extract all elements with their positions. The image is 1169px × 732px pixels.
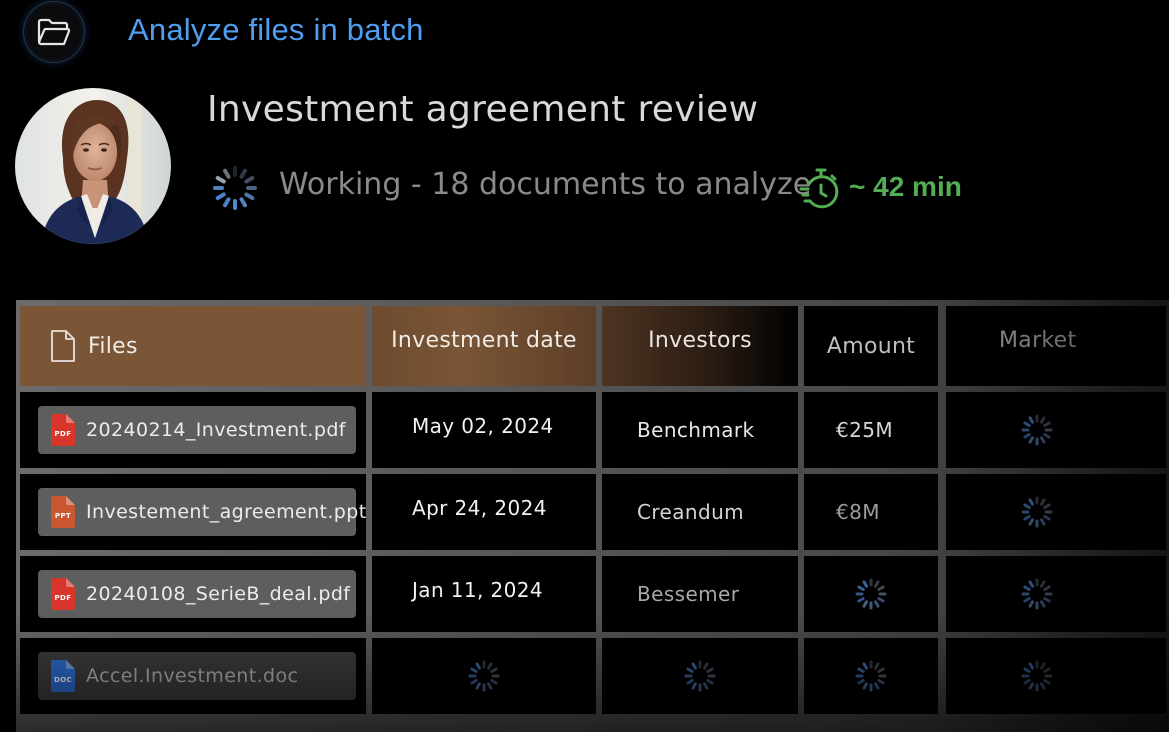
table-cell-file: PDF 20240108_SerieB_deal.pdf bbox=[20, 556, 366, 632]
column-label: Investment date bbox=[391, 328, 577, 353]
folder-open-button[interactable] bbox=[23, 1, 85, 63]
table-cell-market bbox=[946, 556, 1166, 632]
table-cell-amount bbox=[804, 556, 938, 632]
cell-value: May 02, 2024 bbox=[412, 414, 554, 438]
loading-spinner-icon bbox=[684, 660, 716, 692]
table-cell-market bbox=[946, 474, 1166, 550]
file-chip[interactable]: PDF 20240214_Investment.pdf bbox=[38, 406, 356, 454]
table-cell-date bbox=[372, 638, 596, 714]
loading-spinner-icon bbox=[855, 578, 887, 610]
file-icon bbox=[51, 330, 75, 362]
column-header-market[interactable]: Market bbox=[946, 306, 1166, 386]
file-name: 20240214_Investment.pdf bbox=[86, 419, 346, 441]
column-label: Amount bbox=[826, 333, 916, 359]
file-chip[interactable]: PDF 20240108_SerieB_deal.pdf bbox=[38, 570, 356, 618]
cell-value: €25M bbox=[836, 418, 894, 442]
file-name: 20240108_SerieB_deal.pdf bbox=[86, 583, 351, 605]
table-cell-investors bbox=[602, 638, 798, 714]
cell-value: €8M bbox=[836, 500, 880, 524]
cell-value: Creandum bbox=[637, 500, 745, 524]
table-cell-amount: €8M bbox=[804, 474, 938, 550]
file-name: Accel.Investment.doc bbox=[86, 665, 299, 687]
column-label: Investors bbox=[648, 328, 752, 353]
file-chip[interactable]: PPT Investement_agreement.ppt bbox=[38, 488, 366, 536]
loading-spinner-icon bbox=[468, 660, 500, 692]
eta-label: ~ 42 min bbox=[849, 171, 962, 202]
loading-spinner-icon bbox=[1021, 496, 1053, 528]
pdf-file-icon: PDF bbox=[50, 577, 76, 611]
file-type-label: PPT bbox=[54, 512, 72, 520]
doc-file-icon: DOC bbox=[50, 659, 76, 693]
column-header-files[interactable]: Files bbox=[20, 306, 366, 386]
table-cell-date: Apr 24, 2024 bbox=[372, 474, 596, 550]
file-type-label: PDF bbox=[54, 594, 72, 602]
cell-value: Bessemer bbox=[637, 582, 740, 606]
column-header-amount[interactable]: Amount bbox=[804, 306, 938, 386]
pdf-file-icon: PDF bbox=[50, 413, 76, 447]
table-cell-investors: Benchmark bbox=[602, 392, 798, 468]
cell-value: Benchmark bbox=[637, 418, 755, 442]
table-cell-investors: Bessemer bbox=[602, 556, 798, 632]
batch-analysis-view: Analyze files in batch Investment agreem… bbox=[0, 0, 1169, 732]
loading-spinner-icon bbox=[213, 166, 257, 210]
folder-open-icon bbox=[37, 18, 71, 46]
loading-spinner-icon bbox=[1021, 414, 1053, 446]
loading-spinner-icon bbox=[1021, 660, 1053, 692]
table-cell-file: PDF 20240214_Investment.pdf bbox=[20, 392, 366, 468]
file-type-label: PDF bbox=[54, 430, 72, 438]
table-cell-date: Jan 11, 2024 bbox=[372, 556, 596, 632]
file-chip[interactable]: DOC Accel.Investment.doc bbox=[38, 652, 356, 700]
table-cell-investors: Creandum bbox=[602, 474, 798, 550]
table-cell-file: PPT Investement_agreement.ppt bbox=[20, 474, 366, 550]
table-cell-market bbox=[946, 392, 1166, 468]
batch-title[interactable]: Analyze files in batch bbox=[128, 12, 424, 48]
cell-value: Apr 24, 2024 bbox=[412, 496, 547, 520]
loading-spinner-icon bbox=[855, 660, 887, 692]
loading-spinner-icon bbox=[1021, 578, 1053, 610]
task-status: Working - 18 documents to analyze bbox=[279, 167, 812, 202]
column-label: Files bbox=[88, 333, 138, 359]
file-type-label: DOC bbox=[53, 676, 73, 684]
results-table: Files Investment date Investors Amount M… bbox=[16, 300, 1169, 732]
column-header-investment-date[interactable]: Investment date bbox=[372, 306, 596, 386]
column-header-investors[interactable]: Investors bbox=[602, 306, 798, 386]
table-cell-market bbox=[946, 638, 1166, 714]
column-label: Market bbox=[999, 328, 1077, 353]
file-name: Investement_agreement.ppt bbox=[86, 501, 367, 523]
ppt-file-icon: PPT bbox=[50, 495, 76, 529]
avatar bbox=[15, 88, 171, 244]
timer-icon bbox=[799, 168, 839, 209]
cell-value: Jan 11, 2024 bbox=[412, 578, 544, 602]
table-cell-date: May 02, 2024 bbox=[372, 392, 596, 468]
table-cell-file: DOC Accel.Investment.doc bbox=[20, 638, 366, 714]
task-title: Investment agreement review bbox=[207, 89, 759, 130]
table-cell-amount: €25M bbox=[804, 392, 938, 468]
table-cell-amount bbox=[804, 638, 938, 714]
